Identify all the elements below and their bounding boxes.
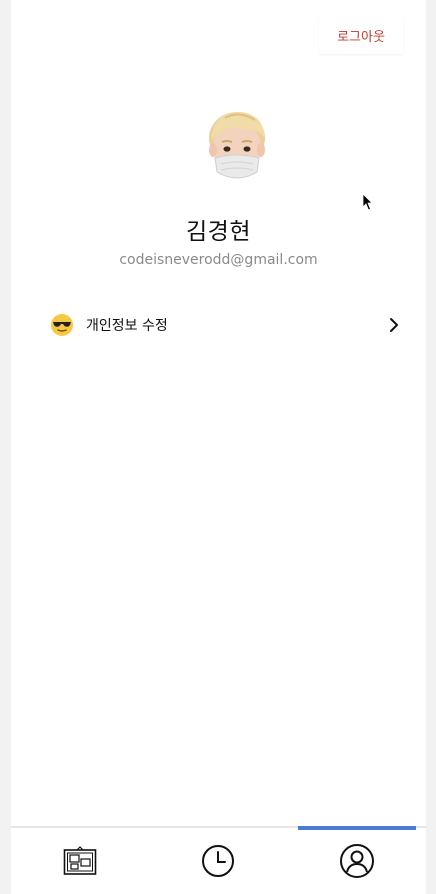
tab-history[interactable] — [149, 828, 287, 894]
menu-item-edit-profile[interactable]: 개인정보 수정 — [41, 303, 407, 347]
board-icon — [63, 846, 97, 875]
clock-icon — [202, 845, 235, 877]
active-tab-indicator — [297, 826, 416, 830]
profile-email: codeisneverodd@gmail.com — [119, 252, 318, 268]
tab-profile[interactable] — [288, 826, 426, 894]
profile-name: 김경현 — [186, 219, 251, 245]
logout-button[interactable]: 로그아웃 — [319, 16, 403, 54]
app-screen: 로그아웃 김경현 codeisneverodd@gmail.com 개인정보 수… — [11, 0, 426, 894]
chevron-right-icon — [390, 318, 398, 332]
user-icon — [339, 844, 374, 878]
avatar — [209, 112, 265, 179]
bottom-tab-bar — [11, 826, 426, 894]
sunglasses-emoji-icon — [51, 314, 73, 336]
tab-board[interactable] — [11, 828, 149, 894]
mouse-cursor-icon — [362, 193, 373, 211]
menu-item-label: 개인정보 수정 — [86, 318, 168, 334]
